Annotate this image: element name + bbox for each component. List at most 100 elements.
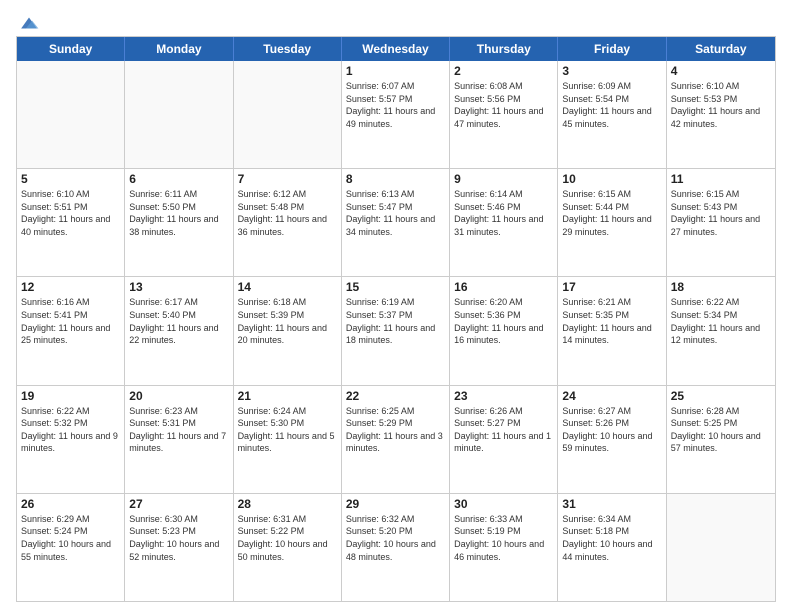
day-info: Sunrise: 6:28 AM Sunset: 5:25 PM Dayligh… (671, 405, 771, 455)
day-number: 5 (21, 172, 120, 186)
calendar-day-cell: 25 Sunrise: 6:28 AM Sunset: 5:25 PM Dayli… (667, 386, 775, 493)
day-number: 30 (454, 497, 553, 511)
calendar-header-cell: Monday (125, 37, 233, 61)
calendar-day-cell: 12 Sunrise: 6:16 AM Sunset: 5:41 PM Dayli… (17, 277, 125, 384)
day-number: 8 (346, 172, 445, 186)
day-number: 29 (346, 497, 445, 511)
calendar-empty-cell (17, 61, 125, 168)
day-number: 11 (671, 172, 771, 186)
day-info: Sunrise: 6:12 AM Sunset: 5:48 PM Dayligh… (238, 188, 337, 238)
day-number: 14 (238, 280, 337, 294)
day-number: 3 (562, 64, 661, 78)
day-number: 12 (21, 280, 120, 294)
calendar-day-cell: 20 Sunrise: 6:23 AM Sunset: 5:31 PM Dayli… (125, 386, 233, 493)
day-number: 31 (562, 497, 661, 511)
day-number: 2 (454, 64, 553, 78)
calendar-day-cell: 15 Sunrise: 6:19 AM Sunset: 5:37 PM Dayli… (342, 277, 450, 384)
day-info: Sunrise: 6:10 AM Sunset: 5:53 PM Dayligh… (671, 80, 771, 130)
calendar-header-cell: Friday (558, 37, 666, 61)
calendar-day-cell: 10 Sunrise: 6:15 AM Sunset: 5:44 PM Dayli… (558, 169, 666, 276)
day-info: Sunrise: 6:21 AM Sunset: 5:35 PM Dayligh… (562, 296, 661, 346)
day-info: Sunrise: 6:10 AM Sunset: 5:51 PM Dayligh… (21, 188, 120, 238)
day-number: 15 (346, 280, 445, 294)
day-info: Sunrise: 6:07 AM Sunset: 5:57 PM Dayligh… (346, 80, 445, 130)
calendar-header-row: SundayMondayTuesdayWednesdayThursdayFrid… (17, 37, 775, 61)
calendar-day-cell: 3 Sunrise: 6:09 AM Sunset: 5:54 PM Daylig… (558, 61, 666, 168)
calendar: SundayMondayTuesdayWednesdayThursdayFrid… (16, 36, 776, 602)
day-number: 20 (129, 389, 228, 403)
day-info: Sunrise: 6:13 AM Sunset: 5:47 PM Dayligh… (346, 188, 445, 238)
logo (16, 12, 40, 30)
calendar-week-row: 1Sunrise: 6:07 AM Sunset: 5:57 PM Daylig… (17, 61, 775, 169)
calendar-day-cell: 2Sunrise: 6:08 AM Sunset: 5:56 PM Daylig… (450, 61, 558, 168)
day-number: 21 (238, 389, 337, 403)
day-info: Sunrise: 6:22 AM Sunset: 5:32 PM Dayligh… (21, 405, 120, 455)
calendar-day-cell: 28Sunrise: 6:31 AM Sunset: 5:22 PM Dayli… (234, 494, 342, 601)
day-number: 7 (238, 172, 337, 186)
day-info: Sunrise: 6:24 AM Sunset: 5:30 PM Dayligh… (238, 405, 337, 455)
day-info: Sunrise: 6:19 AM Sunset: 5:37 PM Dayligh… (346, 296, 445, 346)
calendar-day-cell: 17 Sunrise: 6:21 AM Sunset: 5:35 PM Dayli… (558, 277, 666, 384)
day-info: Sunrise: 6:34 AM Sunset: 5:18 PM Dayligh… (562, 513, 661, 563)
day-info: Sunrise: 6:22 AM Sunset: 5:34 PM Dayligh… (671, 296, 771, 346)
calendar-week-row: 5 Sunrise: 6:10 AM Sunset: 5:51 PM Daylig… (17, 169, 775, 277)
day-info: Sunrise: 6:15 AM Sunset: 5:44 PM Dayligh… (562, 188, 661, 238)
calendar-body: 1Sunrise: 6:07 AM Sunset: 5:57 PM Daylig… (17, 61, 775, 601)
day-info: Sunrise: 6:20 AM Sunset: 5:36 PM Dayligh… (454, 296, 553, 346)
calendar-day-cell: 21 Sunrise: 6:24 AM Sunset: 5:30 PM Dayli… (234, 386, 342, 493)
day-info: Sunrise: 6:30 AM Sunset: 5:23 PM Dayligh… (129, 513, 228, 563)
day-info: Sunrise: 6:27 AM Sunset: 5:26 PM Dayligh… (562, 405, 661, 455)
day-number: 16 (454, 280, 553, 294)
calendar-day-cell: 27 Sunrise: 6:30 AM Sunset: 5:23 PM Dayli… (125, 494, 233, 601)
day-number: 18 (671, 280, 771, 294)
calendar-day-cell: 31 Sunrise: 6:34 AM Sunset: 5:18 PM Dayli… (558, 494, 666, 601)
calendar-empty-cell (234, 61, 342, 168)
calendar-day-cell: 4 Sunrise: 6:10 AM Sunset: 5:53 PM Daylig… (667, 61, 775, 168)
calendar-day-cell: 1Sunrise: 6:07 AM Sunset: 5:57 PM Daylig… (342, 61, 450, 168)
day-info: Sunrise: 6:26 AM Sunset: 5:27 PM Dayligh… (454, 405, 553, 455)
day-info: Sunrise: 6:18 AM Sunset: 5:39 PM Dayligh… (238, 296, 337, 346)
day-info: Sunrise: 6:17 AM Sunset: 5:40 PM Dayligh… (129, 296, 228, 346)
day-number: 10 (562, 172, 661, 186)
calendar-header-cell: Wednesday (342, 37, 450, 61)
day-number: 22 (346, 389, 445, 403)
logo-icon (18, 12, 40, 34)
day-number: 26 (21, 497, 120, 511)
day-number: 27 (129, 497, 228, 511)
day-number: 9 (454, 172, 553, 186)
day-number: 6 (129, 172, 228, 186)
day-number: 23 (454, 389, 553, 403)
calendar-header-cell: Saturday (667, 37, 775, 61)
header (16, 12, 776, 30)
calendar-day-cell: 7 Sunrise: 6:12 AM Sunset: 5:48 PM Daylig… (234, 169, 342, 276)
calendar-day-cell: 29 Sunrise: 6:32 AM Sunset: 5:20 PM Dayli… (342, 494, 450, 601)
day-number: 4 (671, 64, 771, 78)
page: SundayMondayTuesdayWednesdayThursdayFrid… (0, 0, 792, 612)
calendar-day-cell: 24 Sunrise: 6:27 AM Sunset: 5:26 PM Dayli… (558, 386, 666, 493)
calendar-day-cell: 19 Sunrise: 6:22 AM Sunset: 5:32 PM Dayli… (17, 386, 125, 493)
calendar-day-cell: 30 Sunrise: 6:33 AM Sunset: 5:19 PM Dayli… (450, 494, 558, 601)
day-number: 24 (562, 389, 661, 403)
day-number: 13 (129, 280, 228, 294)
calendar-week-row: 12 Sunrise: 6:16 AM Sunset: 5:41 PM Dayli… (17, 277, 775, 385)
calendar-day-cell: 11 Sunrise: 6:15 AM Sunset: 5:43 PM Dayli… (667, 169, 775, 276)
calendar-day-cell: 8 Sunrise: 6:13 AM Sunset: 5:47 PM Daylig… (342, 169, 450, 276)
day-info: Sunrise: 6:23 AM Sunset: 5:31 PM Dayligh… (129, 405, 228, 455)
calendar-day-cell: 22Sunrise: 6:25 AM Sunset: 5:29 PM Dayli… (342, 386, 450, 493)
calendar-day-cell: 13 Sunrise: 6:17 AM Sunset: 5:40 PM Dayli… (125, 277, 233, 384)
day-info: Sunrise: 6:32 AM Sunset: 5:20 PM Dayligh… (346, 513, 445, 563)
calendar-day-cell: 23 Sunrise: 6:26 AM Sunset: 5:27 PM Dayli… (450, 386, 558, 493)
day-number: 19 (21, 389, 120, 403)
day-info: Sunrise: 6:15 AM Sunset: 5:43 PM Dayligh… (671, 188, 771, 238)
day-info: Sunrise: 6:09 AM Sunset: 5:54 PM Dayligh… (562, 80, 661, 130)
day-info: Sunrise: 6:33 AM Sunset: 5:19 PM Dayligh… (454, 513, 553, 563)
calendar-header-cell: Thursday (450, 37, 558, 61)
calendar-day-cell: 9 Sunrise: 6:14 AM Sunset: 5:46 PM Daylig… (450, 169, 558, 276)
day-number: 25 (671, 389, 771, 403)
calendar-day-cell: 26Sunrise: 6:29 AM Sunset: 5:24 PM Dayli… (17, 494, 125, 601)
day-info: Sunrise: 6:14 AM Sunset: 5:46 PM Dayligh… (454, 188, 553, 238)
day-info: Sunrise: 6:16 AM Sunset: 5:41 PM Dayligh… (21, 296, 120, 346)
calendar-header-cell: Tuesday (234, 37, 342, 61)
day-number: 17 (562, 280, 661, 294)
day-number: 28 (238, 497, 337, 511)
